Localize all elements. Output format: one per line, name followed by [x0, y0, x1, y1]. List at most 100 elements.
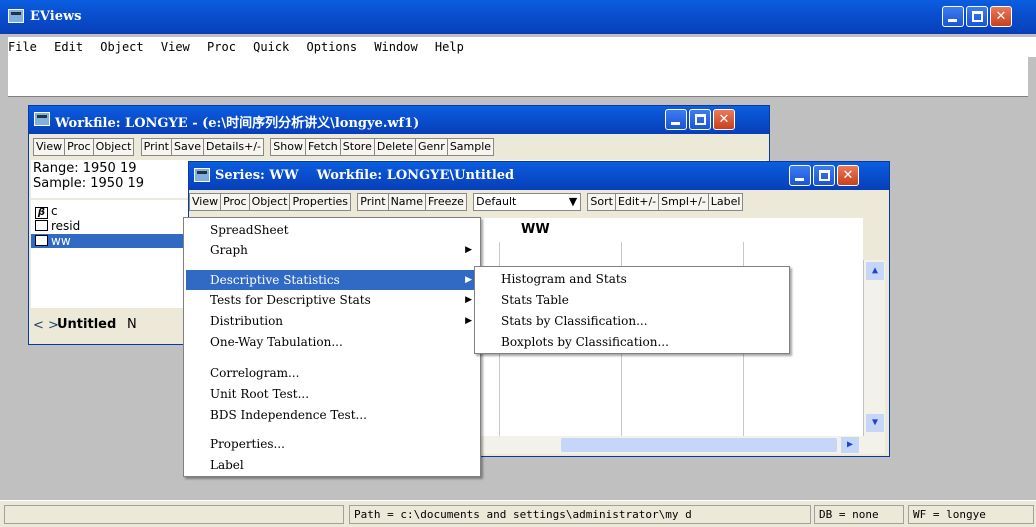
eviews-app-icon [8, 9, 24, 23]
status-db: DB = none [814, 505, 904, 524]
minimize-icon[interactable] [942, 6, 964, 27]
scroll-thumb[interactable] [561, 438, 837, 452]
menu-window[interactable]: Window [374, 37, 417, 57]
workfile-maximize-icon[interactable] [689, 109, 711, 130]
workfile-close-icon[interactable]: ✕ [713, 109, 735, 130]
series-freeze-button[interactable]: Freeze [425, 193, 467, 211]
series-print-button[interactable]: Print [357, 193, 389, 211]
submenu-arrow-icon: ▶ [465, 245, 472, 255]
menu-edit[interactable]: Edit [54, 37, 83, 57]
wf-save-button[interactable]: Save [170, 138, 204, 156]
tab-next[interactable]: N [127, 317, 137, 332]
menu-item-tests-descriptive[interactable]: Tests for Descriptive Stats ▶ [186, 290, 478, 310]
wf-fetch-button[interactable]: Fetch [304, 138, 341, 156]
series-close-icon[interactable]: ✕ [837, 165, 859, 186]
menu-view[interactable]: View [161, 37, 190, 57]
main-menubar: File Edit Object View Proc Quick Options… [8, 37, 1036, 57]
edit-toggle-button[interactable]: Edit+/- [614, 193, 660, 211]
series-window-icon [194, 168, 210, 182]
tab-scroll-arrows[interactable]: < > [33, 318, 59, 333]
object-item-resid[interactable]: resid [35, 219, 80, 233]
chevron-down-icon: ▼ [568, 195, 578, 208]
range-label: Range: [33, 161, 79, 176]
series-proc-button[interactable]: Proc [220, 193, 250, 211]
menu-item-spreadsheet[interactable]: SpreadSheet [186, 220, 478, 240]
app-title: EViews [30, 9, 82, 24]
series-toolbar: View Proc Object Properties Print Name Freeze… [189, 193, 744, 211]
wf-proc-button[interactable]: Proc [64, 138, 94, 156]
menu-item-graph[interactable]: Graph ▶ [186, 240, 478, 260]
series-view-button[interactable]: View [189, 193, 222, 211]
menu-options[interactable]: Options [307, 37, 358, 57]
series-minimize-icon[interactable] [789, 165, 811, 186]
menu-item-one-way-tabulation[interactable]: One-Way Tabulation... [186, 332, 478, 352]
app-titlebar[interactable]: EViews ✕ [0, 0, 1036, 34]
command-window[interactable] [8, 57, 1028, 97]
column-header-ww: WW [521, 222, 550, 237]
wf-delete-button[interactable]: Delete [373, 138, 417, 156]
series-maximize-icon[interactable] [813, 165, 835, 186]
vertical-scrollbar[interactable]: ▲ ▼ [863, 260, 885, 436]
status-bar: Path = c:\documents and settings\adminis… [0, 500, 1036, 527]
menu-quick[interactable]: Quick [253, 37, 289, 57]
scroll-up-icon[interactable]: ▲ [866, 262, 884, 280]
series-icon [35, 235, 48, 246]
series-icon [35, 220, 48, 231]
menu-item-label[interactable]: Label [186, 455, 478, 475]
object-item-ww[interactable]: ww [31, 234, 191, 248]
series-titlebar[interactable]: Series: WW Workfile: LONGYE\Untitled ✕ [189, 162, 889, 190]
menu-item-bds-test[interactable]: BDS Independence Test... [186, 405, 478, 425]
wf-store-button[interactable]: Store [339, 138, 375, 156]
status-path: Path = c:\documents and settings\adminis… [349, 505, 811, 524]
workfile-title: Workfile: LONGYE - (e:\时间序列分析讲义\longye.w… [55, 116, 420, 131]
series-properties-button[interactable]: Properties [289, 193, 352, 211]
status-resize-cell [4, 505, 344, 524]
scroll-right-icon[interactable]: ▶ [841, 437, 859, 453]
menu-item-properties[interactable]: Properties... [186, 434, 478, 454]
status-wf: WF = longye [908, 505, 1034, 524]
smpl-toggle-button[interactable]: Smpl+/- [658, 193, 709, 211]
coef-icon: β [35, 207, 48, 219]
series-object-button[interactable]: Object [248, 193, 291, 211]
series-name-button[interactable]: Name [387, 193, 427, 211]
wf-object-button[interactable]: Object [92, 138, 135, 156]
menu-item-unit-root-test[interactable]: Unit Root Test... [186, 384, 478, 404]
view-menu: SpreadSheet Graph ▶ Descriptive Statistic… [183, 217, 481, 477]
menu-item-correlogram[interactable]: Correlogram... [186, 363, 478, 383]
sample-label: Sample: 1950 19 [33, 176, 145, 191]
menu-proc[interactable]: Proc [207, 37, 236, 57]
scroll-down-icon[interactable]: ▼ [866, 414, 884, 432]
workfile-minimize-icon[interactable] [665, 109, 687, 130]
submenu-arrow-icon: ▶ [465, 316, 472, 326]
submenu-arrow-icon: ▶ [465, 295, 472, 305]
maximize-icon[interactable] [966, 6, 988, 27]
workfile-toolbar: View Proc Object Print Save Details+/- Show F… [33, 138, 495, 156]
submenu-item-stats-table[interactable]: Stats Table [477, 290, 785, 310]
submenu-item-stats-by-classification[interactable]: Stats by Classification... [477, 311, 785, 331]
menu-object[interactable]: Object [100, 37, 143, 57]
sort-button[interactable]: Sort [587, 193, 616, 211]
menu-item-distribution[interactable]: Distribution ▶ [186, 311, 478, 331]
menu-help[interactable]: Help [435, 37, 464, 57]
submenu-item-histogram-stats[interactable]: Histogram and Stats [477, 269, 785, 289]
workfile-icon [34, 112, 50, 126]
submenu-item-boxplots-by-classification[interactable]: Boxplots by Classification... [477, 332, 785, 352]
wf-print-button[interactable]: Print [140, 138, 172, 156]
descriptive-stats-submenu: Histogram and Stats Stats Table Stats by… [474, 266, 790, 354]
close-icon[interactable]: ✕ [990, 6, 1012, 27]
object-item-c[interactable]: βc [35, 204, 58, 219]
series-title: Series: WW Workfile: LONGYE\Untitled [215, 168, 515, 183]
submenu-arrow-icon: ▶ [465, 275, 472, 285]
wf-genr-button[interactable]: Genr [415, 138, 448, 156]
display-dropdown[interactable]: Default ▼ [473, 193, 582, 211]
menu-file[interactable]: File [8, 37, 37, 57]
menu-item-descriptive-statistics[interactable]: Descriptive Statistics ▶ [186, 270, 478, 290]
wf-view-button[interactable]: View [33, 138, 66, 156]
wf-sample-button[interactable]: Sample [446, 138, 495, 156]
range-value: 1950 19 [82, 161, 137, 176]
wf-details-button[interactable]: Details+/- [203, 138, 265, 156]
label-toggle-button[interactable]: Label [707, 193, 744, 211]
workfile-titlebar[interactable]: Workfile: LONGYE - (e:\时间序列分析讲义\longye.w… [29, 106, 769, 134]
tab-untitled[interactable]: Untitled [57, 317, 116, 332]
wf-show-button[interactable]: Show [270, 138, 306, 156]
